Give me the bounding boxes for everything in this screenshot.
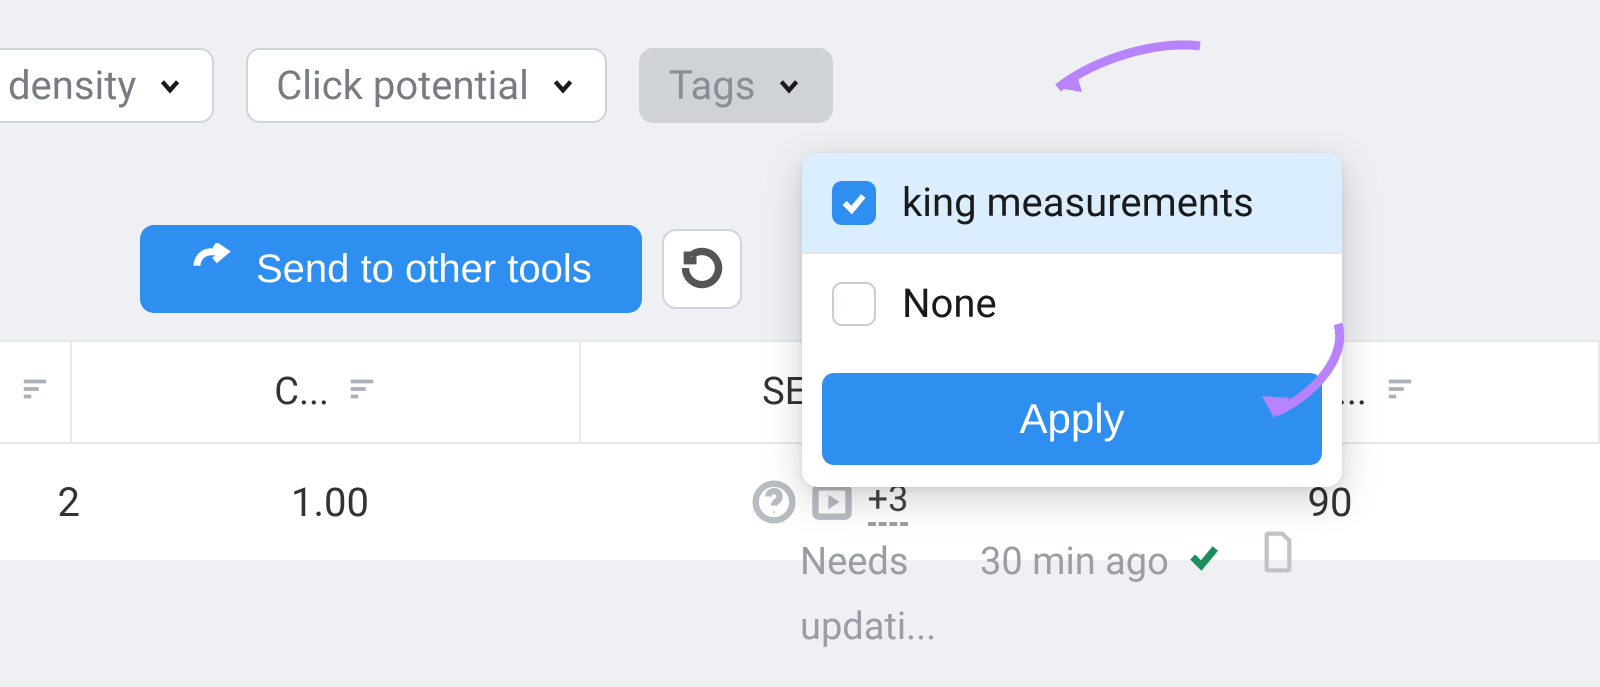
action-row: Send to other tools: [140, 225, 742, 313]
tag-option-label: None: [902, 280, 997, 327]
tag-option-label: king measurements: [902, 179, 1254, 226]
send-to-other-tools-button[interactable]: Send to other tools: [140, 225, 642, 313]
row-extra-behind: Needs updati... 30 min ago: [800, 530, 1295, 659]
column-header-blank[interactable]: [0, 342, 72, 442]
refresh-icon: [680, 246, 724, 293]
cell-c: 1.00: [80, 479, 580, 526]
check-icon: [1187, 530, 1221, 595]
filter-click-potential-label: Click potential: [276, 62, 529, 109]
filter-tags-label: Tags: [669, 62, 756, 109]
apply-button-label: Apply: [1019, 395, 1124, 442]
tag-option-king-measurements[interactable]: king measurements: [802, 153, 1342, 252]
refresh-button[interactable]: [662, 229, 742, 309]
question-circle-icon[interactable]: [752, 480, 796, 524]
column-header-c-label: C...: [274, 370, 329, 414]
filter-tags[interactable]: Tags: [639, 48, 834, 123]
chevron-down-icon: [156, 72, 184, 100]
cell-0-value: 2: [58, 479, 80, 526]
updated-time: 30 min ago: [980, 530, 1169, 595]
filter-density[interactable]: density: [0, 48, 214, 123]
sort-icon: [347, 370, 377, 414]
annotation-arrow-tags: [1040, 38, 1220, 142]
file-icon[interactable]: [1261, 530, 1295, 595]
annotation-arrow-apply: [1242, 318, 1352, 442]
sort-icon: [20, 370, 50, 414]
status-text-line1: Needs: [800, 530, 940, 595]
send-button-label: Send to other tools: [256, 247, 592, 292]
filter-click-potential[interactable]: Click potential: [246, 48, 607, 123]
chevron-down-icon: [775, 72, 803, 100]
filter-row: density Click potential Tags: [0, 48, 833, 123]
results-table: C... SER... Clic... 2 1.00: [0, 340, 1600, 560]
chevron-down-icon: [549, 72, 577, 100]
status-text-line2: updati...: [800, 595, 940, 660]
checkbox-checked-icon: [832, 181, 876, 225]
table-header: C... SER... Clic...: [0, 340, 1600, 444]
cell-0: 2: [20, 479, 80, 526]
checkbox-empty-icon: [832, 282, 876, 326]
sort-icon: [1385, 370, 1415, 414]
filter-density-label: density: [8, 62, 136, 109]
share-arrow-icon: [190, 243, 232, 295]
column-header-c[interactable]: C...: [72, 342, 581, 442]
cell-c-value: 1.00: [291, 479, 369, 526]
